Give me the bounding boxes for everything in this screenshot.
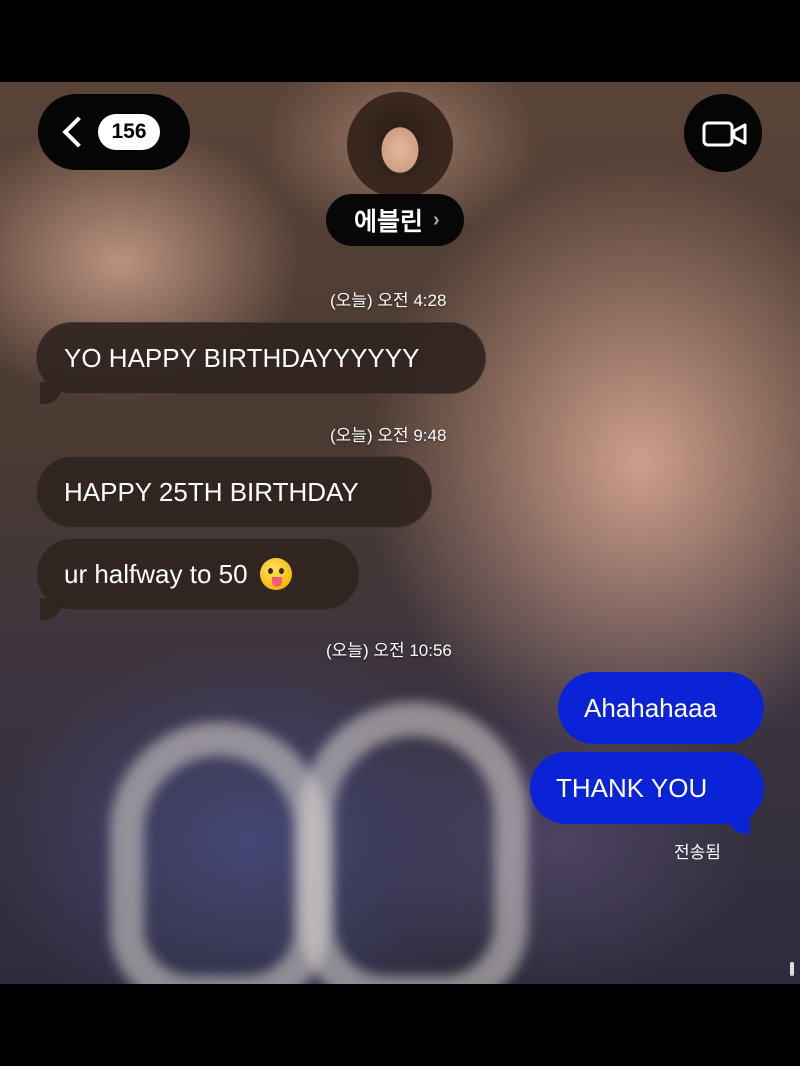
avatar[interactable] <box>347 92 453 198</box>
delivery-status: 전송됨 <box>674 843 721 862</box>
chevron-left-icon <box>62 116 94 148</box>
message-text: HAPPY 25TH BIRTHDAY <box>64 476 359 507</box>
incoming-message-bubble[interactable]: ur halfway to 50 <box>36 538 360 610</box>
message-timestamp: (오늘) 오전 9:48 <box>330 426 447 445</box>
bubble-tail <box>40 598 62 620</box>
conversation-screen: 156 에블린 › (오늘) 오전 4:28 YO HAPPY BIRTHDAY… <box>0 82 800 984</box>
outgoing-message-bubble[interactable]: Ahahahaaa <box>558 672 764 744</box>
incoming-message-bubble[interactable]: YO HAPPY BIRTHDAYYYYYY <box>36 322 486 394</box>
background-photo <box>110 722 328 984</box>
unread-count-badge: 156 <box>98 114 160 150</box>
video-camera-icon <box>702 121 747 147</box>
video-call-button[interactable] <box>684 94 762 172</box>
message-timestamp: (오늘) 오전 4:28 <box>330 291 447 310</box>
message-text: YO HAPPY BIRTHDAYYYYYY <box>64 342 420 373</box>
incoming-message-bubble[interactable]: HAPPY 25TH BIRTHDAY <box>36 456 432 528</box>
bubble-tail <box>728 812 750 834</box>
message-text: THANK YOU <box>556 772 708 803</box>
conversation-header: 156 에블린 › <box>0 82 800 246</box>
bubble-tail <box>40 382 62 404</box>
scrollbar[interactable] <box>790 962 794 976</box>
contact-name-button[interactable]: 에블린 › <box>326 194 464 246</box>
message-text: ur halfway to 50 <box>64 558 248 589</box>
contact-name: 에블린 <box>354 208 424 236</box>
face-with-tongue-emoji <box>259 558 292 590</box>
chevron-right-icon: › <box>433 208 440 231</box>
back-button[interactable]: 156 <box>38 94 190 170</box>
background-photo <box>300 702 528 984</box>
message-timestamp: (오늘) 오전 10:56 <box>326 641 452 660</box>
message-text: Ahahahaaa <box>584 692 718 723</box>
